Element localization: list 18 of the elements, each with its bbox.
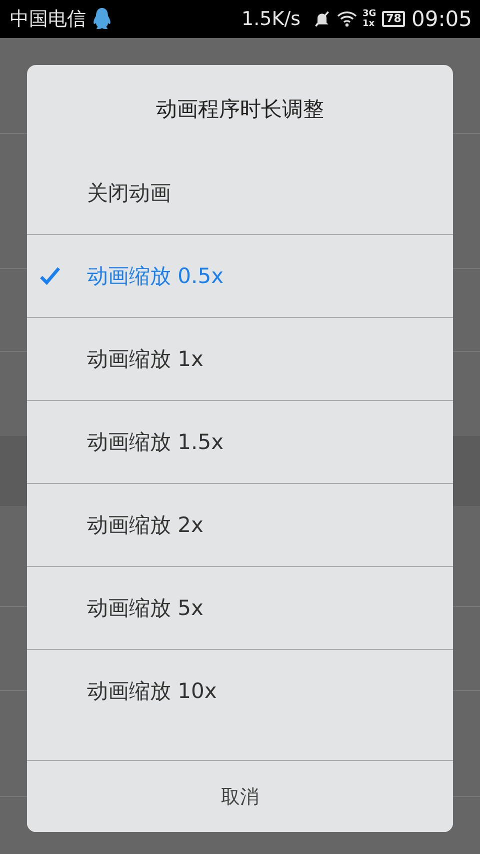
- carrier-name: 中国电信: [10, 7, 86, 32]
- option-item[interactable]: 动画缩放 1x: [27, 317, 453, 400]
- wifi-icon: [336, 11, 356, 27]
- option-item[interactable]: 关闭动画: [27, 152, 453, 234]
- cancel-button[interactable]: 取消: [27, 760, 453, 832]
- penguin-icon: [92, 7, 112, 31]
- network-type: 1x: [362, 19, 376, 29]
- dialog-title: 动画程序时长调整: [155, 96, 325, 122]
- option-item[interactable]: 动画缩放 2x: [27, 483, 453, 566]
- battery-level: 78: [382, 11, 406, 27]
- network-speed: 1.5K/s: [242, 8, 300, 30]
- option-item[interactable]: 动画缩放 10x: [27, 649, 453, 732]
- clock: 09:05: [411, 7, 472, 31]
- network-type: 3G: [362, 9, 376, 19]
- muted-bell-icon: [312, 10, 330, 28]
- option-item[interactable]: 动画缩放 5x: [27, 566, 453, 649]
- option-item[interactable]: 动画缩放 1.5x: [27, 400, 453, 483]
- checkmark-icon: [39, 265, 61, 287]
